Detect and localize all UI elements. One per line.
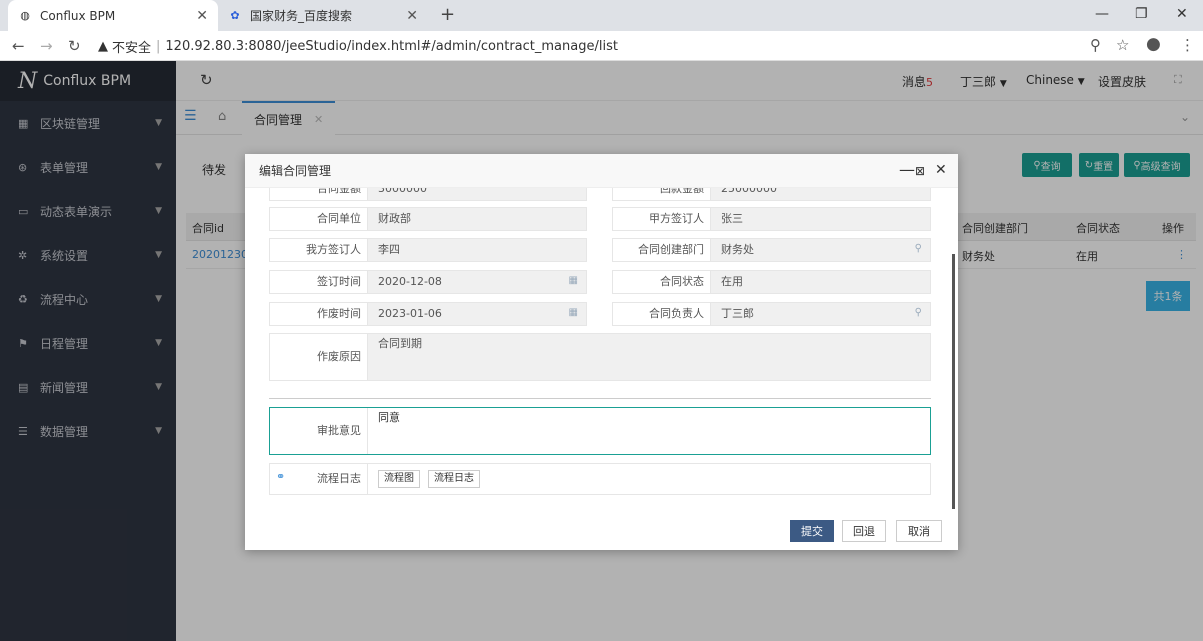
browser-tab-title: 国家财务_百度搜索 xyxy=(250,9,353,23)
link-icon: ⚭ xyxy=(276,470,286,483)
field-value: 2023-01-06 xyxy=(378,307,442,320)
field-value: 在用 xyxy=(721,275,743,288)
flow-log-button[interactable]: 流程日志 xyxy=(428,470,480,488)
flow-chart-button[interactable]: 流程图 xyxy=(378,470,420,488)
field-label: 作废时间 xyxy=(270,303,368,325)
field-label: 审批意见 xyxy=(270,408,368,454)
field-value: 同意 xyxy=(378,411,400,424)
field-label: 合同单位 xyxy=(270,208,368,230)
field-label: 合同状态 xyxy=(613,271,711,293)
contract-owner-field[interactable]: 合同负责人 丁三郎 ⚲ xyxy=(612,302,931,326)
address-bar: ← → ↻ ▲ 不安全 | 120.92.80.3:8080/jeeStudio… xyxy=(0,31,1203,61)
security-label: 不安全 xyxy=(112,40,152,56)
contract-amount-field[interactable]: 合同金额 3000000 xyxy=(269,188,587,201)
field-label: 甲方签订人 xyxy=(613,208,711,230)
maximize-icon[interactable]: ⊠ xyxy=(915,164,925,178)
minimize-icon[interactable]: — xyxy=(899,160,915,179)
globe-icon: ◍ xyxy=(20,9,30,22)
back-arrow-icon[interactable]: ← xyxy=(12,37,25,55)
field-value: 丁三郎 xyxy=(721,307,754,320)
close-tab-icon[interactable]: ✕ xyxy=(406,8,418,24)
close-tab-icon[interactable]: ✕ xyxy=(196,8,208,24)
browser-tab-conflux[interactable]: ◍ Conflux BPM ✕ xyxy=(8,0,218,31)
our-signer-field[interactable]: 我方签订人 李四 xyxy=(269,238,587,262)
field-label: 签订时间 xyxy=(270,271,368,293)
close-window-icon[interactable]: ✕ xyxy=(1176,6,1188,22)
field-value: 2020-12-08 xyxy=(378,275,442,288)
field-value: 张三 xyxy=(721,212,743,225)
field-value: 李四 xyxy=(378,243,400,256)
url-field[interactable]: ▲ 不安全 | 120.92.80.3:8080/jeeStudio/index… xyxy=(98,35,618,57)
dialog-header: 编辑合同管理 — ⊠ ✕ xyxy=(245,154,958,188)
baidu-paw-icon: ✿ xyxy=(230,9,240,22)
contract-status-field[interactable]: 合同状态 在用 xyxy=(612,270,931,294)
dialog-body: 合同金额 3000000 回款金额 25000000 合同单位 财政部 甲方签订… xyxy=(245,188,958,514)
section-divider xyxy=(269,398,931,399)
cancel-button[interactable]: 取消 xyxy=(896,520,942,542)
calendar-icon[interactable]: ▦ xyxy=(569,307,578,318)
warning-icon: ▲ xyxy=(98,38,108,54)
dialog-title: 编辑合同管理 xyxy=(259,164,332,178)
creating-dept-field[interactable]: 合同创建部门 财务处 ⚲ xyxy=(612,238,931,262)
close-icon[interactable]: ✕ xyxy=(935,162,947,178)
url-separator: | xyxy=(156,38,161,54)
bookmark-star-icon[interactable]: ☆ xyxy=(1116,36,1129,54)
zoom-icon[interactable]: ⚲ xyxy=(1090,36,1101,54)
browser-tab-title: Conflux BPM xyxy=(40,8,116,23)
restore-icon[interactable]: ❐ xyxy=(1135,6,1148,22)
browser-tabbar: ◍ Conflux BPM ✕ ✿ 国家财务_百度搜索 ✕ + — ❐ ✕ xyxy=(0,0,1203,31)
field-label: 合同创建部门 xyxy=(613,239,711,261)
menu-kebab-icon[interactable]: ⋮ xyxy=(1180,36,1195,54)
search-icon[interactable]: ⚲ xyxy=(915,307,922,318)
search-icon[interactable]: ⚲ xyxy=(915,243,922,254)
field-label: 回款金额 xyxy=(613,188,711,200)
submit-button[interactable]: 提交 xyxy=(790,520,834,542)
sign-date-field[interactable]: 签订时间 2020-12-08 ▦ xyxy=(269,270,587,294)
calendar-icon[interactable]: ▦ xyxy=(569,275,578,286)
dialog-scrollbar[interactable] xyxy=(952,254,955,509)
reload-icon[interactable]: ↻ xyxy=(68,37,81,55)
new-tab-button[interactable]: + xyxy=(440,4,455,25)
flow-log-row: 流程日志 ⚭ 流程图 流程日志 xyxy=(269,463,931,495)
contract-unit-field[interactable]: 合同单位 财政部 xyxy=(269,207,587,231)
payment-amount-field[interactable]: 回款金额 25000000 xyxy=(612,188,931,201)
profile-icon[interactable]: ● xyxy=(1146,34,1161,54)
forward-arrow-icon[interactable]: → xyxy=(40,37,53,55)
browser-tab-baidu[interactable]: ✿ 国家财务_百度搜索 ✕ xyxy=(218,0,428,31)
field-label: 作废原因 xyxy=(270,334,368,380)
url-text: 120.92.80.3:8080/jeeStudio/index.html#/a… xyxy=(165,38,618,54)
field-value: 25000000 xyxy=(721,188,777,195)
field-value: 3000000 xyxy=(378,188,427,195)
field-label: 合同金额 xyxy=(270,188,368,200)
back-button[interactable]: 回退 xyxy=(842,520,886,542)
field-value: 财政部 xyxy=(378,212,411,225)
void-date-field[interactable]: 作废时间 2023-01-06 ▦ xyxy=(269,302,587,326)
minimize-icon[interactable]: — xyxy=(1095,6,1109,22)
edit-contract-dialog: 编辑合同管理 — ⊠ ✕ 合同金额 3000000 回款金额 25000000 … xyxy=(245,154,958,550)
field-label: 我方签订人 xyxy=(270,239,368,261)
field-label: 合同负责人 xyxy=(613,303,711,325)
field-value: 合同到期 xyxy=(378,337,422,350)
void-reason-field[interactable]: 作废原因 合同到期 xyxy=(269,333,931,381)
approval-opinion-field[interactable]: 审批意见 同意 xyxy=(269,407,931,455)
party-a-signer-field[interactable]: 甲方签订人 张三 xyxy=(612,207,931,231)
field-value: 财务处 xyxy=(721,243,754,256)
